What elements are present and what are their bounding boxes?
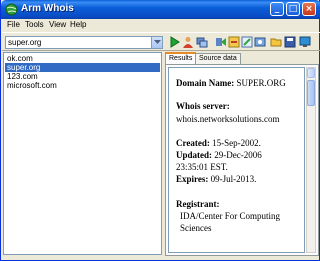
close-button[interactable]: × bbox=[302, 2, 316, 16]
domain-name-label: Domain Name: bbox=[176, 78, 235, 88]
domain-list[interactable]: ok.com super.org 123.com microsoft.com bbox=[3, 52, 162, 255]
scroll-up-button[interactable] bbox=[307, 68, 315, 78]
updated-value: 29-Dec-2006 bbox=[214, 150, 262, 160]
whois-server-label: Whois server: bbox=[176, 101, 230, 111]
play-icon[interactable] bbox=[168, 36, 180, 48]
registrant-line-2: Sciences bbox=[180, 223, 212, 233]
created-label: Created: bbox=[176, 138, 210, 148]
whois-server-value: whois.networksolutions.com bbox=[176, 114, 280, 124]
whois-result-view: Domain Name: SUPER.ORG Whois server: who… bbox=[168, 67, 305, 253]
domain-query-combo[interactable]: super.org bbox=[5, 36, 163, 49]
tool-c-icon[interactable] bbox=[254, 36, 266, 48]
menu-bar: File Tools View Help bbox=[2, 19, 320, 32]
tab-source-data[interactable]: Source data bbox=[195, 53, 241, 64]
monitor-icon[interactable] bbox=[299, 36, 311, 48]
app-globe-icon bbox=[5, 3, 18, 16]
updated-time: 23:35:01 EST. bbox=[176, 162, 228, 172]
list-item[interactable]: 123.com bbox=[5, 72, 160, 81]
minimize-icon: _ bbox=[274, 4, 280, 14]
tool-a-icon[interactable] bbox=[228, 36, 240, 48]
go-arrow-icon[interactable] bbox=[215, 36, 227, 48]
menu-file[interactable]: File bbox=[7, 20, 20, 29]
stack-icon[interactable] bbox=[196, 36, 208, 48]
dropdown-arrow-icon bbox=[154, 40, 161, 44]
updated-label: Updated: bbox=[176, 150, 213, 160]
menu-view[interactable]: View bbox=[49, 20, 66, 29]
expires-value: 09-Jul-2013. bbox=[210, 174, 257, 184]
list-item[interactable]: microsoft.com bbox=[5, 81, 160, 90]
maximize-button[interactable]: □ bbox=[286, 2, 300, 16]
save-icon[interactable] bbox=[284, 36, 296, 48]
maximize-icon: □ bbox=[288, 4, 298, 14]
domain-name-value: SUPER.ORG bbox=[236, 78, 286, 88]
list-item-selected[interactable]: super.org bbox=[5, 63, 160, 72]
scroll-thumb[interactable] bbox=[307, 80, 315, 106]
title-bar[interactable]: Arm Whois _ □ × bbox=[1, 0, 320, 19]
close-icon: × bbox=[305, 4, 313, 14]
dropdown-button[interactable] bbox=[151, 37, 162, 48]
menu-tools[interactable]: Tools bbox=[25, 20, 44, 29]
expires-label: Expires: bbox=[176, 174, 209, 184]
registrant-line-1: IDA/Center For Computing bbox=[180, 211, 280, 221]
open-folder-icon[interactable] bbox=[270, 36, 282, 48]
tool-b-icon[interactable] bbox=[241, 36, 253, 48]
list-item[interactable]: ok.com bbox=[5, 54, 160, 63]
vertical-scrollbar[interactable] bbox=[306, 67, 316, 253]
results-panel: Domain Name: SUPER.ORG Whois server: who… bbox=[165, 64, 319, 256]
tab-strip: Results Source data bbox=[165, 52, 317, 65]
person-icon[interactable] bbox=[182, 36, 194, 48]
toolbar: super.org bbox=[2, 32, 320, 51]
created-value: 15-Sep-2002. bbox=[212, 138, 261, 148]
menu-help[interactable]: Help bbox=[70, 20, 86, 29]
domain-query-value[interactable]: super.org bbox=[8, 38, 41, 47]
minimize-button[interactable]: _ bbox=[270, 2, 284, 16]
registrant-label: Registrant: bbox=[176, 199, 220, 209]
app-window: Arm Whois _ □ × File Tools View Help sup… bbox=[0, 0, 320, 261]
window-title: Arm Whois bbox=[21, 3, 74, 14]
